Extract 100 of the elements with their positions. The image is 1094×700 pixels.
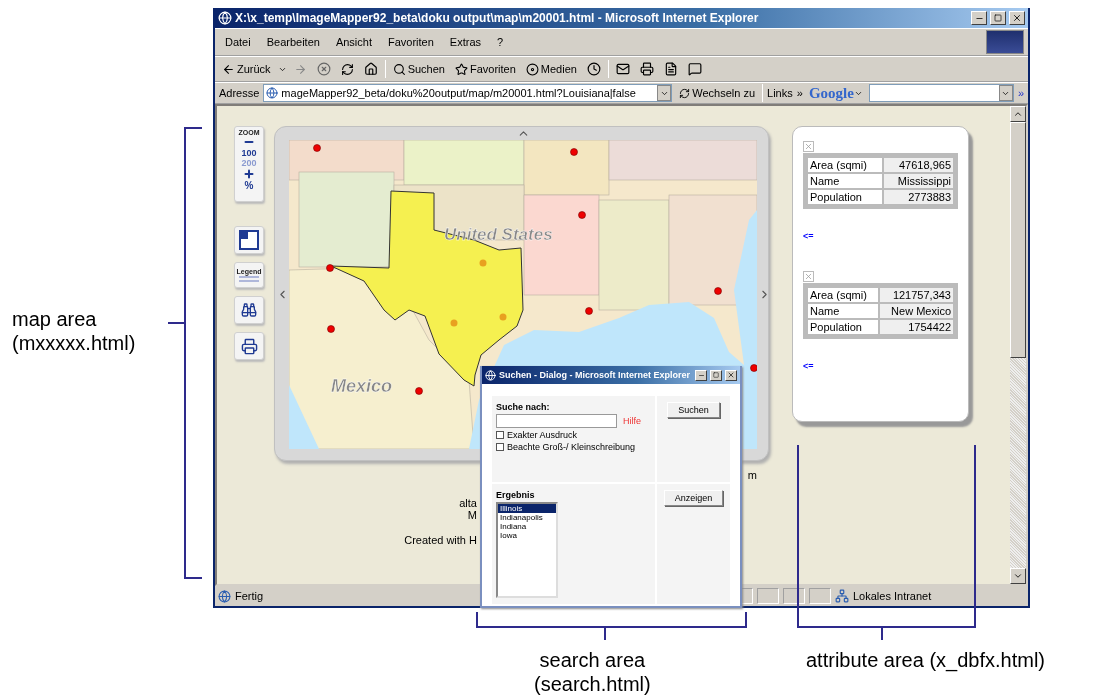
checkbox[interactable] — [496, 431, 504, 439]
document-icon — [663, 62, 678, 76]
star-icon — [454, 62, 468, 76]
menu-item[interactable]: Extras — [443, 34, 488, 50]
list-item[interactable]: Illinois — [498, 504, 556, 513]
caret-up-icon — [1013, 109, 1023, 119]
back-link[interactable]: <= — [803, 361, 814, 371]
toolbar-chevron[interactable]: » — [1017, 87, 1024, 99]
google-button[interactable]: Google — [806, 84, 865, 102]
globe-icon — [266, 87, 279, 99]
legend-lines-icon — [238, 274, 260, 283]
table-cell: 1754422 — [879, 320, 953, 334]
google-search-field[interactable] — [868, 84, 1014, 102]
refresh-icon — [679, 87, 691, 99]
list-item[interactable]: Indiana — [498, 522, 556, 531]
home-icon — [363, 62, 378, 76]
globe-icon — [485, 369, 496, 381]
print-tool-button[interactable] — [234, 332, 264, 360]
globe-icon — [218, 11, 232, 25]
search-tool-button[interactable] — [234, 296, 264, 324]
maximize-icon — [713, 372, 719, 378]
overview-button[interactable] — [234, 226, 264, 254]
percent-label: % — [244, 180, 254, 191]
list-item[interactable]: Iowa — [498, 531, 556, 540]
menu-item[interactable]: Favoriten — [382, 34, 440, 50]
annotation-label: (search.html) — [534, 672, 651, 696]
minimize-button[interactable] — [971, 11, 987, 25]
scrollbar[interactable] — [1010, 106, 1026, 584]
dropdown-button[interactable] — [657, 85, 672, 101]
zoom-level[interactable]: 100 — [241, 148, 257, 158]
back-button[interactable]: Zurück — [219, 61, 274, 77]
menu-item[interactable]: ? — [491, 34, 510, 50]
links-label[interactable]: Links — [767, 87, 793, 99]
result-label: Ergebnis — [496, 490, 536, 500]
table-cell: Population — [808, 320, 878, 334]
zoom-in-icon — [243, 168, 255, 180]
window-title: X:\x_temp\ImageMapper92_beta\doku output\map\m20001.html - Microsoft Internet Explorer — [235, 11, 760, 25]
table-cell: 2773883 — [883, 190, 953, 204]
table-cell: Area (sqmi) — [808, 158, 882, 172]
table-cell: Name — [808, 304, 878, 318]
arrow-right-icon — [293, 62, 307, 76]
overview-icon — [239, 230, 259, 250]
map-label: Mexico — [331, 376, 393, 396]
maximize-icon — [994, 14, 1002, 22]
scroll-up-button[interactable] — [1010, 106, 1026, 122]
binoculars-icon — [241, 302, 257, 318]
table-cell: Population — [808, 190, 882, 204]
media-button[interactable]: Medien — [522, 61, 580, 77]
table-cell: Area (sqmi) — [808, 288, 878, 302]
maximize-button[interactable] — [990, 11, 1006, 25]
scroll-thumb[interactable] — [1010, 122, 1026, 358]
search-icon — [392, 62, 406, 76]
search-label: Suche nach: — [496, 402, 551, 412]
annotation-label: attribute area (x_dbfx.html) — [806, 648, 1045, 672]
status-pane — [809, 588, 831, 604]
stop-icon — [316, 62, 331, 76]
list-item[interactable]: Indianapolis — [498, 513, 556, 522]
go-button[interactable]: Wechseln zu — [676, 86, 759, 100]
table-cell: 121757,343 — [879, 288, 953, 302]
search-field[interactable] — [496, 414, 617, 428]
links-chevron[interactable]: » — [796, 87, 803, 99]
speech-bubble-icon — [687, 62, 702, 76]
printer-icon — [240, 337, 258, 355]
browser-logo — [986, 30, 1024, 54]
printer-icon — [639, 62, 654, 76]
address-label: Adresse — [219, 87, 260, 99]
page-text: alta — [458, 497, 477, 509]
zone-text: Lokales Intranet — [853, 590, 932, 602]
disc-icon — [525, 62, 539, 76]
maximize-button[interactable] — [710, 369, 722, 381]
clock-icon — [586, 62, 601, 76]
menu-item[interactable]: Bearbeiten — [260, 34, 326, 50]
map-label: United States — [444, 225, 553, 244]
checkbox[interactable] — [496, 443, 504, 451]
show-button[interactable]: Anzeigen — [663, 490, 724, 506]
scroll-down-button[interactable] — [1010, 568, 1026, 584]
close-icon — [804, 272, 813, 281]
minimize-button[interactable] — [695, 369, 707, 381]
table-cell: 47618,965 — [883, 158, 953, 172]
menu-item[interactable]: Datei — [219, 34, 257, 50]
close-icon — [804, 142, 813, 151]
caret-down-icon — [1013, 571, 1023, 581]
status-pane — [783, 588, 805, 604]
close-icon — [727, 371, 735, 379]
search-button[interactable]: Suchen — [667, 402, 720, 418]
globe-icon — [218, 589, 231, 603]
search-button[interactable]: Suchen — [389, 61, 448, 77]
page-text: M — [466, 509, 477, 521]
menu-item[interactable]: Ansicht — [329, 34, 378, 50]
mail-icon — [615, 62, 630, 76]
arrow-left-icon — [222, 62, 235, 76]
close-icon — [1012, 13, 1022, 23]
favorites-button[interactable]: Favoriten — [451, 61, 519, 77]
network-icon — [835, 589, 849, 603]
back-link[interactable]: <= — [803, 231, 814, 241]
table-cell: New Mexico — [879, 304, 953, 318]
dropdown-button[interactable] — [998, 85, 1013, 101]
annotation-label: search area — [539, 648, 646, 672]
help-link[interactable]: Hilfe — [623, 416, 641, 426]
address-field[interactable]: mageMapper92_beta/doku%20output/map/m20001.html?Louisiana|false — [263, 84, 673, 102]
